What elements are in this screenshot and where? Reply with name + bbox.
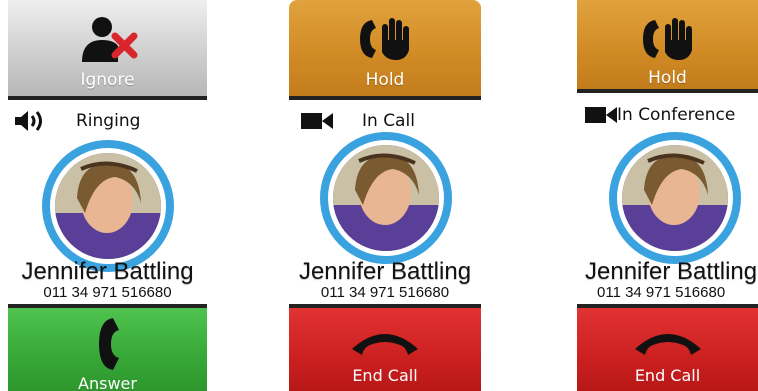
contact-number: 011 34 971 516680 [597, 284, 726, 301]
call-status: Ringing [8, 108, 207, 134]
avatar [333, 145, 439, 251]
hold-label: Hold [365, 70, 405, 90]
phone-hangup-icon [350, 322, 420, 362]
contact-name: Jennifer Battling [21, 258, 194, 285]
contact-number: 011 34 971 516680 [43, 284, 172, 301]
avatar [55, 153, 161, 259]
ignore-user-icon [78, 14, 138, 64]
contact-name: Jennifer Battling [585, 258, 758, 285]
in-call-screen: Hold In Call Jennifer Battling 011 34 97… [289, 0, 481, 391]
incoming-call-screen: Ignore Ringing Jennifer Battling 011 34 … [8, 0, 207, 391]
status-text: In Conference [617, 105, 736, 125]
status-text: Ringing [76, 111, 141, 131]
hold-button[interactable]: Hold [577, 0, 758, 93]
end-call-button[interactable]: End Call [577, 304, 758, 391]
ignore-button[interactable]: Ignore [8, 0, 207, 100]
phone-answer-icon [93, 316, 123, 372]
hold-hand-icon [358, 14, 412, 64]
conference-screen: Hold In Conference Jennifer Battling 011… [577, 0, 758, 391]
end-call-label: End Call [634, 366, 701, 385]
contact-name: Jennifer Battling [298, 258, 472, 285]
answer-label: Answer [78, 374, 137, 391]
end-call-label: End Call [352, 366, 418, 385]
ignore-label: Ignore [80, 70, 135, 90]
speaker-icon [13, 110, 47, 132]
avatar [622, 145, 728, 251]
call-status: In Conference [577, 102, 758, 128]
contact-avatar-ring [609, 132, 741, 264]
phone-hangup-icon [633, 322, 703, 362]
contact-number: 011 34 971 516680 [320, 284, 450, 301]
hold-button[interactable]: Hold [289, 0, 481, 100]
call-status: In Call [289, 108, 481, 134]
status-text: In Call [362, 111, 415, 131]
contact-avatar-ring [42, 140, 174, 272]
contact-avatar-ring [320, 132, 452, 264]
hold-hand-icon [641, 14, 695, 64]
answer-button[interactable]: Answer [8, 304, 207, 391]
video-camera-icon [585, 105, 617, 125]
end-call-button[interactable]: End Call [289, 304, 481, 391]
video-camera-icon [301, 111, 333, 131]
hold-label: Hold [648, 68, 687, 88]
